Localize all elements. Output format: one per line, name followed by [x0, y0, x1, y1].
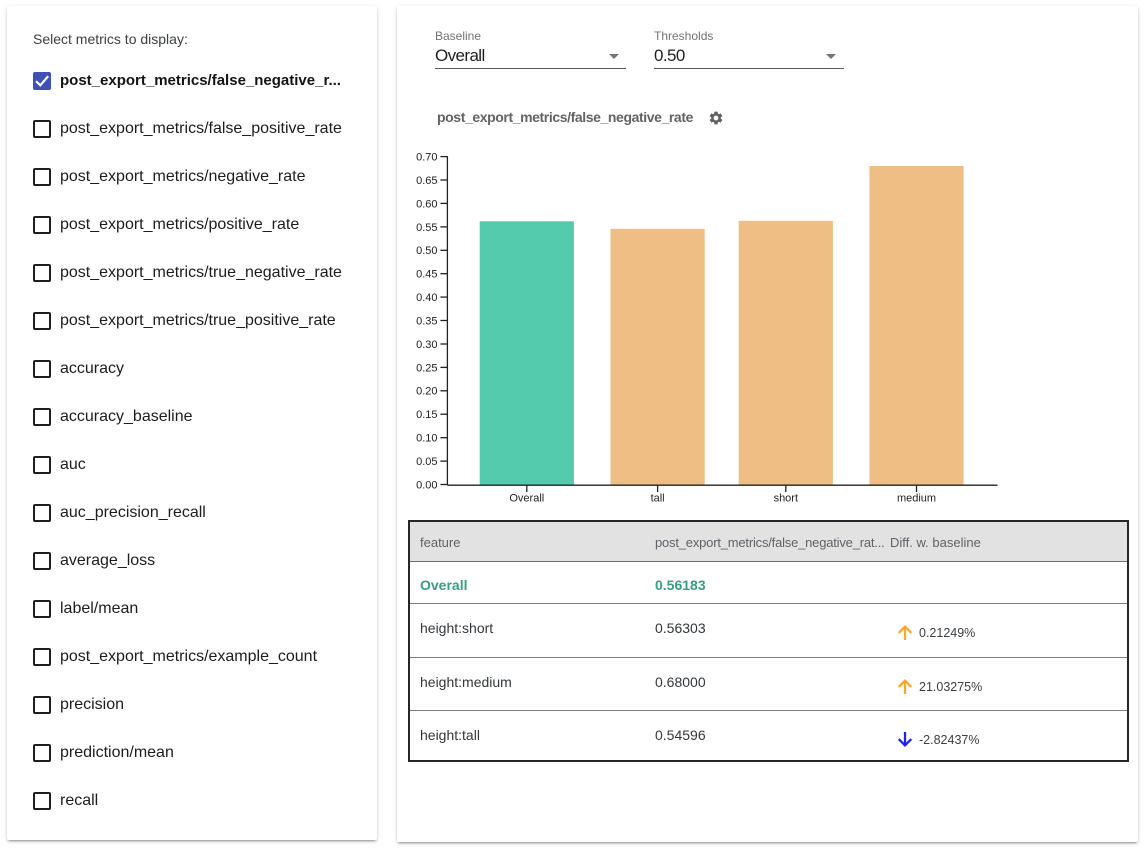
- svg-text:0.35: 0.35: [416, 315, 437, 327]
- svg-text:0.55: 0.55: [416, 222, 437, 234]
- svg-text:0.70: 0.70: [416, 152, 437, 164]
- svg-text:0.00: 0.00: [416, 479, 437, 491]
- svg-text:short: short: [774, 493, 798, 505]
- svg-text:0.25: 0.25: [416, 362, 437, 374]
- svg-text:0.10: 0.10: [416, 433, 437, 445]
- svg-text:0.65: 0.65: [416, 175, 437, 187]
- svg-text:0.40: 0.40: [416, 292, 437, 304]
- svg-text:0.05: 0.05: [416, 456, 437, 468]
- svg-text:0.45: 0.45: [416, 269, 437, 281]
- svg-text:0.60: 0.60: [416, 198, 437, 210]
- svg-text:0.50: 0.50: [416, 245, 437, 257]
- svg-text:0.15: 0.15: [416, 409, 437, 421]
- svg-text:Overall: Overall: [509, 493, 544, 505]
- svg-text:0.30: 0.30: [416, 339, 437, 351]
- svg-text:tall: tall: [651, 493, 665, 505]
- svg-text:medium: medium: [897, 493, 936, 505]
- svg-text:0.20: 0.20: [416, 386, 437, 398]
